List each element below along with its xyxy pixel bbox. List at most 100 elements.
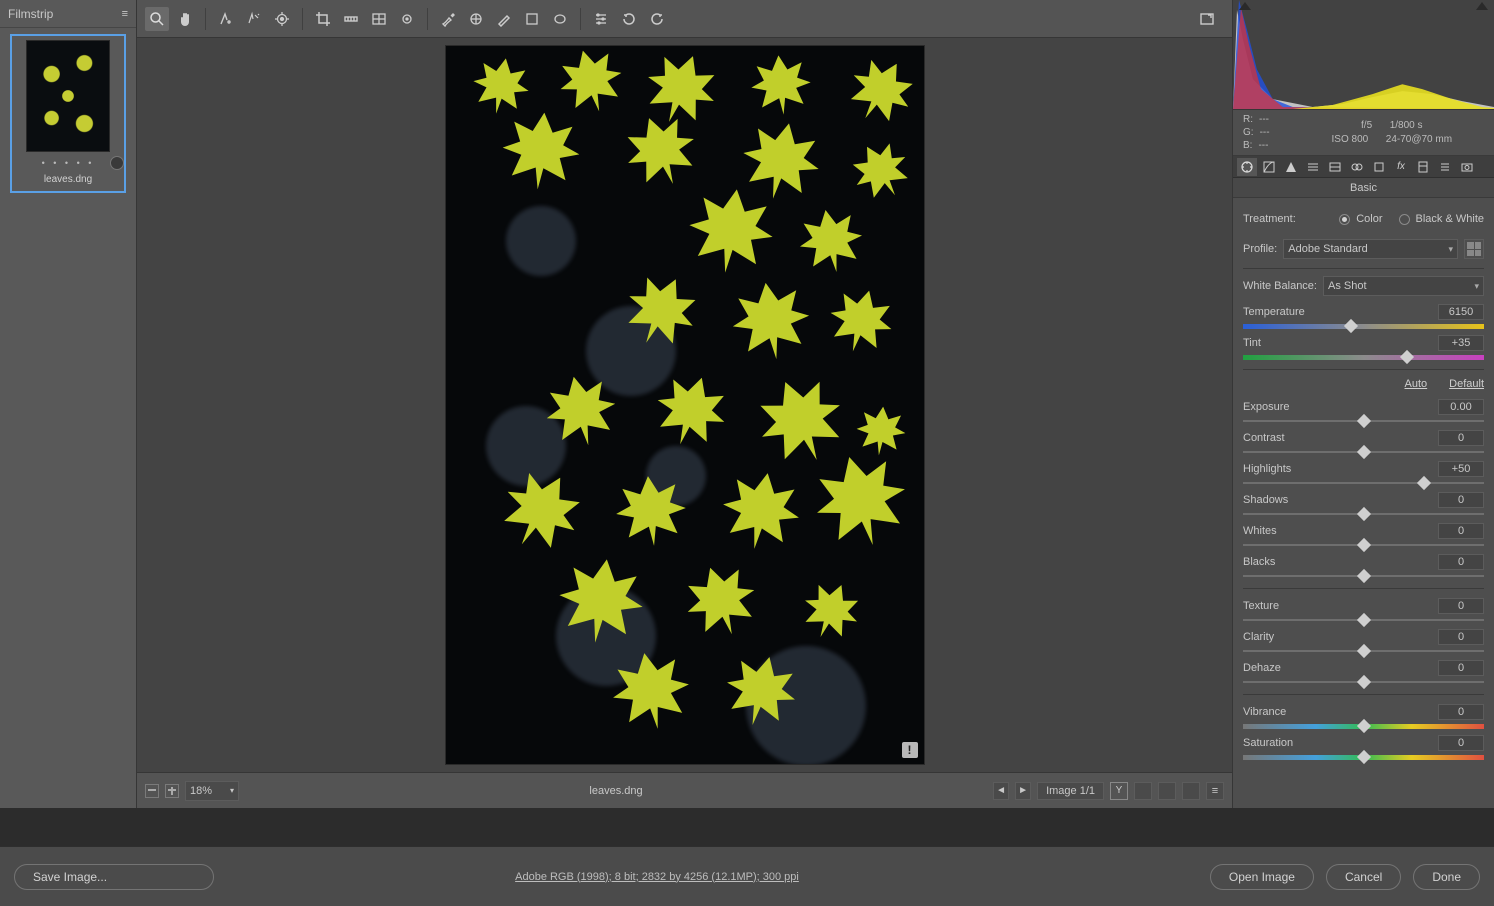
- tab-effects-icon[interactable]: fx: [1391, 158, 1411, 176]
- redeye-tool-icon[interactable]: [464, 7, 488, 31]
- g-label: G:: [1243, 127, 1254, 138]
- slider-highlights-track[interactable]: [1243, 479, 1484, 487]
- save-image-button[interactable]: Save Image...: [14, 864, 214, 890]
- cancel-button[interactable]: Cancel: [1326, 864, 1401, 890]
- radial-filter-tool-icon[interactable]: [548, 7, 572, 31]
- fullscreen-toggle-icon[interactable]: [1194, 7, 1220, 31]
- graduated-filter-tool-icon[interactable]: [520, 7, 544, 31]
- tab-optics-icon[interactable]: [1347, 158, 1367, 176]
- filmstrip-menu-icon[interactable]: ≡: [122, 8, 128, 20]
- auto-link[interactable]: Auto: [1405, 378, 1428, 390]
- slider-highlights: Highlights +50: [1243, 460, 1484, 487]
- slider-whites-track[interactable]: [1243, 541, 1484, 549]
- slider-tint: Tint +35: [1243, 334, 1484, 361]
- slider-saturation-label: Saturation: [1243, 737, 1293, 749]
- spot-removal-tool-icon[interactable]: [395, 7, 419, 31]
- next-image-icon[interactable]: ►: [1015, 782, 1031, 800]
- slider-highlights-label: Highlights: [1243, 463, 1291, 475]
- filmstrip-thumbnail[interactable]: • • • • • leaves.dng: [10, 34, 126, 193]
- slider-contrast-track[interactable]: [1243, 448, 1484, 456]
- zoom-tool-icon[interactable]: [145, 7, 169, 31]
- profile-browser-icon[interactable]: [1464, 239, 1484, 259]
- compare-mode-icon[interactable]: Y: [1110, 782, 1128, 800]
- zoom-select[interactable]: 18%▾: [185, 781, 239, 801]
- shadow-clip-icon[interactable]: [1239, 2, 1251, 10]
- slider-blacks-track[interactable]: [1243, 572, 1484, 580]
- slider-clarity-label: Clarity: [1243, 631, 1274, 643]
- slider-exposure-track[interactable]: [1243, 417, 1484, 425]
- tab-curve-icon[interactable]: [1259, 158, 1279, 176]
- slider-contrast-value[interactable]: 0: [1438, 430, 1484, 446]
- done-button[interactable]: Done: [1413, 864, 1480, 890]
- slider-texture-value[interactable]: 0: [1438, 598, 1484, 614]
- image-counter: Image 1/1: [1037, 782, 1104, 800]
- tab-presets-icon[interactable]: [1435, 158, 1455, 176]
- transform-tool-icon[interactable]: [367, 7, 391, 31]
- swap-icon[interactable]: [1134, 782, 1152, 800]
- slider-temperature-value[interactable]: 6150: [1438, 304, 1484, 320]
- hand-tool-icon[interactable]: [173, 7, 197, 31]
- straighten-tool-icon[interactable]: [339, 7, 363, 31]
- treatment-bw-radio[interactable]: Black & White: [1399, 213, 1484, 225]
- slider-exposure-label: Exposure: [1243, 401, 1289, 413]
- default-link[interactable]: Default: [1449, 378, 1484, 390]
- adjustment-brush-tool-icon[interactable]: [492, 7, 516, 31]
- rotate-cw-icon[interactable]: [645, 7, 669, 31]
- wb-select[interactable]: As Shot: [1323, 276, 1484, 296]
- slider-whites-label: Whites: [1243, 525, 1277, 537]
- slider-saturation-track[interactable]: [1243, 753, 1484, 761]
- tab-geometry-icon[interactable]: [1369, 158, 1389, 176]
- slider-dehaze-track[interactable]: [1243, 678, 1484, 686]
- workflow-link[interactable]: Adobe RGB (1998); 8 bit; 2832 by 4256 (1…: [214, 871, 1100, 883]
- toggle-mark-icon[interactable]: [1182, 782, 1200, 800]
- clipping-warning-icon[interactable]: !: [902, 742, 918, 758]
- slider-texture-label: Texture: [1243, 600, 1279, 612]
- slider-tint-track[interactable]: [1243, 353, 1484, 361]
- slider-clarity-track[interactable]: [1243, 647, 1484, 655]
- brush-tool-icon[interactable]: [436, 7, 460, 31]
- target-adjust-tool-icon[interactable]: [270, 7, 294, 31]
- treatment-color-radio[interactable]: Color: [1339, 213, 1382, 225]
- tab-color-grading-icon[interactable]: [1325, 158, 1345, 176]
- profile-select[interactable]: Adobe Standard: [1283, 239, 1458, 259]
- crop-tool-icon[interactable]: [311, 7, 335, 31]
- thumbnail-rating-dots[interactable]: • • • • •: [42, 158, 95, 168]
- copy-settings-icon[interactable]: [1158, 782, 1176, 800]
- open-image-button[interactable]: Open Image: [1210, 864, 1314, 890]
- slider-tint-value[interactable]: +35: [1438, 335, 1484, 351]
- slider-exposure-value[interactable]: 0.00: [1438, 399, 1484, 415]
- zoom-out-icon[interactable]: [145, 784, 159, 798]
- slider-clarity-value[interactable]: 0: [1438, 629, 1484, 645]
- slider-shadows-track[interactable]: [1243, 510, 1484, 518]
- slider-highlights-value[interactable]: +50: [1438, 461, 1484, 477]
- slider-blacks-value[interactable]: 0: [1438, 554, 1484, 570]
- color-sampler-tool-icon[interactable]: [242, 7, 266, 31]
- canvas[interactable]: !: [137, 38, 1232, 772]
- prev-image-icon[interactable]: ◄: [993, 782, 1009, 800]
- tab-calibration-icon[interactable]: [1413, 158, 1433, 176]
- slider-dehaze-value[interactable]: 0: [1438, 660, 1484, 676]
- white-balance-tool-icon[interactable]: [214, 7, 238, 31]
- tab-basic-icon[interactable]: [1237, 158, 1257, 176]
- rotate-ccw-icon[interactable]: [617, 7, 641, 31]
- slider-tint-label: Tint: [1243, 337, 1261, 349]
- histogram[interactable]: [1233, 0, 1494, 110]
- slider-whites-value[interactable]: 0: [1438, 523, 1484, 539]
- tab-hsl-icon[interactable]: [1303, 158, 1323, 176]
- slider-vibrance-track[interactable]: [1243, 722, 1484, 730]
- footer-menu-icon[interactable]: ≡: [1206, 782, 1224, 800]
- slider-temperature-track[interactable]: [1243, 322, 1484, 330]
- slider-texture-track[interactable]: [1243, 616, 1484, 624]
- slider-vibrance-value[interactable]: 0: [1438, 704, 1484, 720]
- preview-image: !: [445, 45, 925, 765]
- tab-detail-icon[interactable]: [1281, 158, 1301, 176]
- thumbnail-image: [26, 40, 110, 152]
- slider-shadows-value[interactable]: 0: [1438, 492, 1484, 508]
- zoom-in-icon[interactable]: [165, 784, 179, 798]
- slider-blacks: Blacks 0: [1243, 553, 1484, 580]
- preferences-icon[interactable]: [589, 7, 613, 31]
- thumbnail-badge-icon[interactable]: [110, 156, 124, 170]
- tab-snapshots-icon[interactable]: [1457, 158, 1477, 176]
- highlight-clip-icon[interactable]: [1476, 2, 1488, 10]
- slider-saturation-value[interactable]: 0: [1438, 735, 1484, 751]
